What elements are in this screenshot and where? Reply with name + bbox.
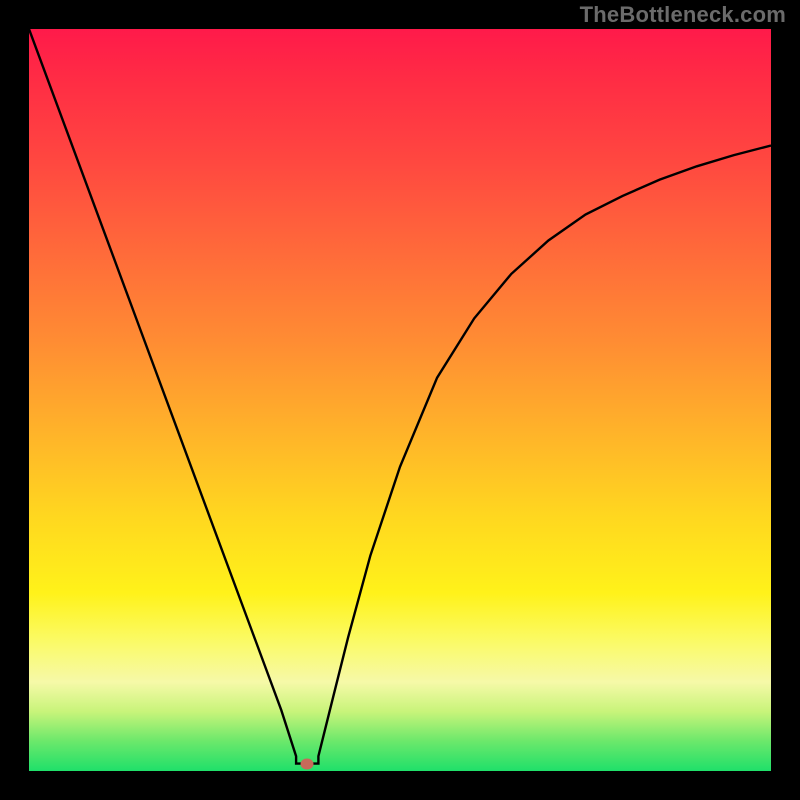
watermark-text: TheBottleneck.com: [580, 2, 786, 28]
optimal-point-marker: [301, 759, 314, 770]
bottleneck-curve: [29, 29, 771, 771]
chart-frame: TheBottleneck.com: [0, 0, 800, 800]
curve-path: [29, 29, 771, 764]
plot-area: [29, 29, 771, 771]
